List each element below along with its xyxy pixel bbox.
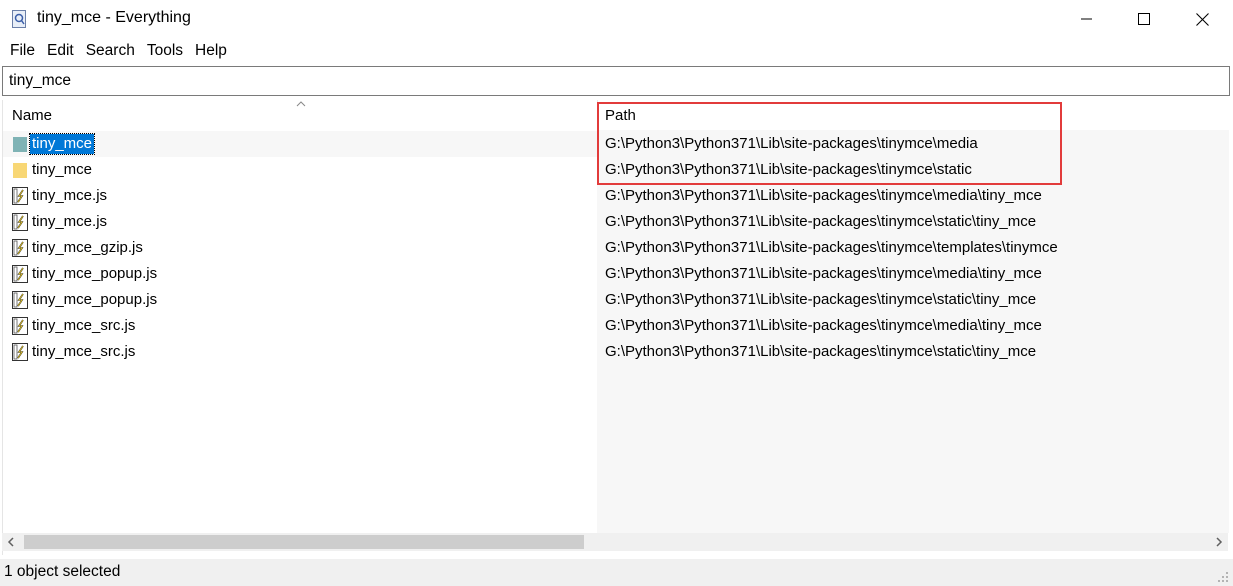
menu-bar: File Edit Search Tools Help	[0, 38, 1233, 64]
script-file-icon	[12, 343, 28, 361]
column-header-name[interactable]: Name	[12, 100, 52, 130]
row-name: tiny_mce_popup.js	[32, 265, 158, 282]
row-name: tiny_mce.js	[32, 187, 108, 204]
everything-app-icon	[12, 10, 26, 28]
row-name: tiny_mce.js	[32, 213, 108, 230]
result-row[interactable]: tiny_mce_popup.js G:\Python3\Python371\L…	[3, 287, 1229, 313]
result-row[interactable]: tiny_mce.js G:\Python3\Python371\Lib\sit…	[3, 209, 1229, 235]
search-box	[2, 66, 1230, 96]
result-row[interactable]: tiny_mce_src.js G:\Python3\Python371\Lib…	[3, 339, 1229, 365]
sort-ascending-icon	[296, 101, 306, 107]
maximize-icon	[1138, 13, 1150, 25]
everything-window: tiny_mce - Everything File Edit Search T…	[0, 0, 1233, 586]
script-file-icon	[12, 317, 28, 335]
close-button[interactable]	[1173, 0, 1231, 38]
menu-help[interactable]: Help	[189, 38, 233, 64]
row-name: tiny_mce_popup.js	[32, 291, 158, 308]
resize-grip-icon[interactable]	[1217, 571, 1229, 583]
close-icon	[1195, 12, 1209, 26]
status-text: 1 object selected	[4, 563, 121, 580]
row-name: tiny_mce	[32, 161, 93, 178]
script-file-icon	[12, 187, 28, 205]
row-name: tiny_mce_src.js	[32, 317, 136, 334]
title-bar[interactable]: tiny_mce - Everything	[0, 0, 1233, 38]
row-name: tiny_mce	[28, 133, 96, 155]
row-name: tiny_mce_gzip.js	[32, 239, 143, 256]
menu-file[interactable]: File	[0, 38, 41, 64]
folder-icon	[13, 163, 27, 178]
script-file-icon	[12, 265, 28, 283]
maximize-button[interactable]	[1115, 0, 1173, 38]
path-highlight-annotation	[597, 102, 1062, 185]
menu-search[interactable]: Search	[80, 38, 141, 64]
scroll-thumb[interactable]	[24, 535, 584, 549]
row-path: G:\Python3\Python371\Lib\site-packages\t…	[605, 239, 1058, 256]
menu-tools[interactable]: Tools	[141, 38, 189, 64]
folder-icon	[13, 137, 27, 152]
scroll-right-button[interactable]	[1210, 533, 1228, 551]
search-input[interactable]	[3, 67, 1225, 95]
scroll-left-button[interactable]	[2, 533, 20, 551]
script-file-icon	[12, 291, 28, 309]
row-path: G:\Python3\Python371\Lib\site-packages\t…	[605, 265, 1042, 282]
row-path: G:\Python3\Python371\Lib\site-packages\t…	[605, 317, 1042, 334]
result-row[interactable]: tiny_mce.js G:\Python3\Python371\Lib\sit…	[3, 183, 1229, 209]
results-list[interactable]: Name Path tiny_mce G:\Python3\Python371\…	[2, 100, 1231, 555]
menu-edit[interactable]: Edit	[41, 38, 80, 64]
script-file-icon	[12, 213, 28, 231]
row-path: G:\Python3\Python371\Lib\site-packages\t…	[605, 213, 1037, 230]
minimize-icon	[1081, 18, 1092, 20]
status-bar: 1 object selected	[0, 559, 1233, 586]
window-title: tiny_mce - Everything	[37, 9, 191, 26]
row-path: G:\Python3\Python371\Lib\site-packages\t…	[605, 343, 1037, 360]
minimize-button[interactable]	[1058, 0, 1116, 38]
row-path: G:\Python3\Python371\Lib\site-packages\t…	[605, 291, 1037, 308]
chevron-left-icon	[7, 537, 14, 547]
result-row[interactable]: tiny_mce_src.js G:\Python3\Python371\Lib…	[3, 313, 1229, 339]
result-row[interactable]: tiny_mce_gzip.js G:\Python3\Python371\Li…	[3, 235, 1229, 261]
row-path: G:\Python3\Python371\Lib\site-packages\t…	[605, 187, 1042, 204]
row-name: tiny_mce_src.js	[32, 343, 136, 360]
chevron-right-icon	[1216, 537, 1223, 547]
script-file-icon	[12, 239, 28, 257]
result-row[interactable]: tiny_mce_popup.js G:\Python3\Python371\L…	[3, 261, 1229, 287]
horizontal-scrollbar[interactable]	[2, 533, 1228, 551]
